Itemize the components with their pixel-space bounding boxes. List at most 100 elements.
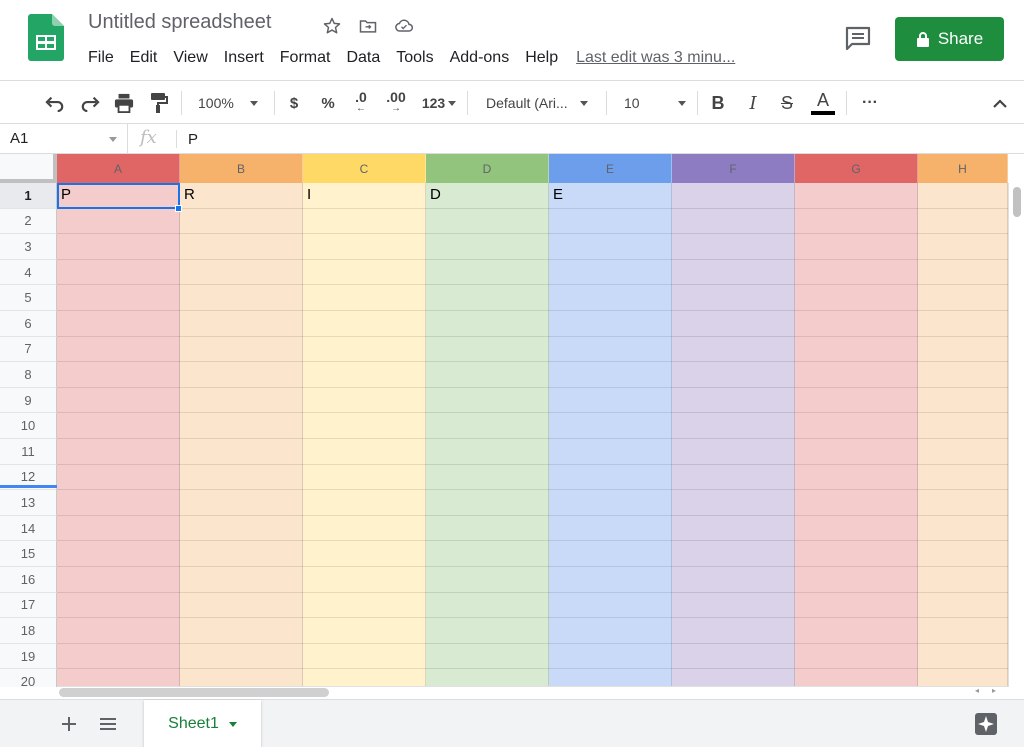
row-header-16[interactable]: 16 <box>0 567 57 593</box>
menu-edit[interactable]: Edit <box>122 46 166 70</box>
menu-file[interactable]: File <box>80 46 122 70</box>
toolbar: 100% $ % .0 ← .00 → 123 Default (Ari... … <box>0 80 1024 124</box>
text-color-swatch <box>811 111 835 115</box>
row-header-2[interactable]: 2 <box>0 208 57 235</box>
vertical-scroll-thumb[interactable] <box>1013 187 1021 217</box>
menu-data[interactable]: Data <box>338 46 388 70</box>
sheet-tab-sheet1[interactable]: Sheet1 <box>144 700 261 747</box>
horizontal-scroll-thumb[interactable] <box>59 688 329 697</box>
column-header-f[interactable]: F <box>672 154 795 183</box>
row-header-8[interactable]: 8 <box>0 362 57 388</box>
cloud-status-icon[interactable] <box>392 14 416 38</box>
add-sheet-icon[interactable] <box>57 712 81 736</box>
row-header-20[interactable]: 20 <box>0 669 57 687</box>
row-header-5[interactable]: 5 <box>0 285 57 311</box>
currency-format-button[interactable]: $ <box>284 89 304 117</box>
text-color-button[interactable]: A <box>810 89 836 117</box>
fill-handle[interactable] <box>175 205 182 212</box>
menu-tools[interactable]: Tools <box>388 46 441 70</box>
undo-icon[interactable] <box>42 89 68 117</box>
document-title[interactable]: Untitled spreadsheet <box>88 11 271 34</box>
move-to-folder-icon[interactable] <box>356 14 380 38</box>
horizontal-scrollbar[interactable]: ◂ ▸ <box>57 686 1008 698</box>
column-header-h[interactable]: H <box>918 154 1008 183</box>
menu-view[interactable]: View <box>165 46 215 70</box>
increase-decimal-button[interactable]: .00 → <box>382 89 410 117</box>
share-button[interactable]: Share <box>895 17 1004 61</box>
more-options-icon[interactable]: ··· <box>857 89 883 117</box>
row-header-10[interactable]: 10 <box>0 413 57 439</box>
freeze-row-marker[interactable] <box>0 485 57 488</box>
spreadsheet-logo-icon[interactable] <box>28 14 64 61</box>
row-header-14[interactable]: 14 <box>0 515 57 542</box>
all-sheets-icon[interactable] <box>96 712 120 736</box>
row-divider <box>57 591 1008 593</box>
column-header-d[interactable]: D <box>426 154 549 183</box>
cell-c1[interactable]: I <box>303 183 426 208</box>
font-size-select[interactable]: 10 <box>618 89 690 117</box>
row-header-11[interactable]: 11 <box>0 439 57 465</box>
star-icon[interactable] <box>320 14 344 38</box>
cell-b1[interactable]: R <box>180 183 303 208</box>
last-edit-link[interactable]: Last edit was 3 minu... <box>576 49 735 67</box>
column-header-b[interactable]: B <box>180 154 303 183</box>
row-header-17[interactable]: 17 <box>0 592 57 619</box>
cell-d1[interactable]: D <box>426 183 549 208</box>
font-family-select[interactable]: Default (Ari... <box>480 89 600 117</box>
select-all-corner[interactable] <box>0 154 57 183</box>
paint-format-icon[interactable] <box>145 89 171 117</box>
menu-insert[interactable]: Insert <box>216 46 272 70</box>
italic-button[interactable]: I <box>742 89 764 117</box>
collapse-toolbar-icon[interactable] <box>988 89 1012 117</box>
cell-e1[interactable]: E <box>549 183 672 208</box>
scroll-left-icon[interactable]: ◂ <box>975 686 979 695</box>
chevron-down-icon <box>249 100 258 106</box>
row-header-15[interactable]: 15 <box>0 541 57 567</box>
formula-input[interactable]: P <box>188 131 198 148</box>
column-header-e[interactable]: E <box>549 154 672 183</box>
row-divider <box>57 258 1008 260</box>
row-header-7[interactable]: 7 <box>0 336 57 363</box>
row-header-13[interactable]: 13 <box>0 490 57 516</box>
row-header-4[interactable]: 4 <box>0 259 57 286</box>
row-header-19[interactable]: 19 <box>0 643 57 670</box>
sheet-tab-label: Sheet1 <box>168 715 219 732</box>
chevron-down-icon <box>579 100 588 106</box>
scroll-right-icon[interactable]: ▸ <box>992 686 996 695</box>
vertical-scrollbar[interactable] <box>1008 183 1024 687</box>
cell-g1[interactable] <box>795 183 918 208</box>
menu-add-ons[interactable]: Add-ons <box>442 46 518 70</box>
name-box[interactable]: A1 <box>0 124 128 154</box>
print-icon[interactable] <box>111 89 137 117</box>
text-color-label: A <box>816 90 829 110</box>
zoom-select[interactable]: 100% <box>192 89 266 117</box>
percent-format-button[interactable]: % <box>317 89 339 117</box>
menu-format[interactable]: Format <box>272 46 339 70</box>
redo-icon[interactable] <box>77 89 103 117</box>
bold-button[interactable]: B <box>707 89 729 117</box>
decrease-decimal-button[interactable]: .0 ← <box>348 89 374 117</box>
column-header-a[interactable]: A <box>57 154 180 183</box>
column-header-c[interactable]: C <box>303 154 426 183</box>
row-divider <box>57 489 1008 491</box>
chevron-down-icon <box>228 721 237 727</box>
row-divider <box>57 514 1008 516</box>
row-header-3[interactable]: 3 <box>0 234 57 260</box>
row-header-1[interactable]: 1 <box>0 183 57 209</box>
row-header-9[interactable]: 9 <box>0 387 57 414</box>
explore-icon[interactable] <box>974 712 998 736</box>
chevron-down-icon <box>109 137 117 142</box>
spreadsheet-grid[interactable]: A B C D E F G H 1 2 3 4 5 6 7 8 9 10 11 12 13 14 15 16 17 18 19 20 P… <box>0 154 1024 687</box>
column-header-g[interactable]: G <box>795 154 918 183</box>
row-divider <box>57 386 1008 388</box>
menu-help[interactable]: Help <box>517 46 566 70</box>
toolbar-divider <box>181 91 182 115</box>
strikethrough-button[interactable]: S <box>776 89 798 117</box>
row-header-6[interactable]: 6 <box>0 311 57 337</box>
comment-icon[interactable] <box>843 24 873 54</box>
row-divider <box>57 284 1008 286</box>
cell-f1[interactable] <box>672 183 795 208</box>
more-formats-button[interactable]: 123 <box>416 89 462 117</box>
row-divider <box>57 668 1008 670</box>
row-header-18[interactable]: 18 <box>0 618 57 644</box>
